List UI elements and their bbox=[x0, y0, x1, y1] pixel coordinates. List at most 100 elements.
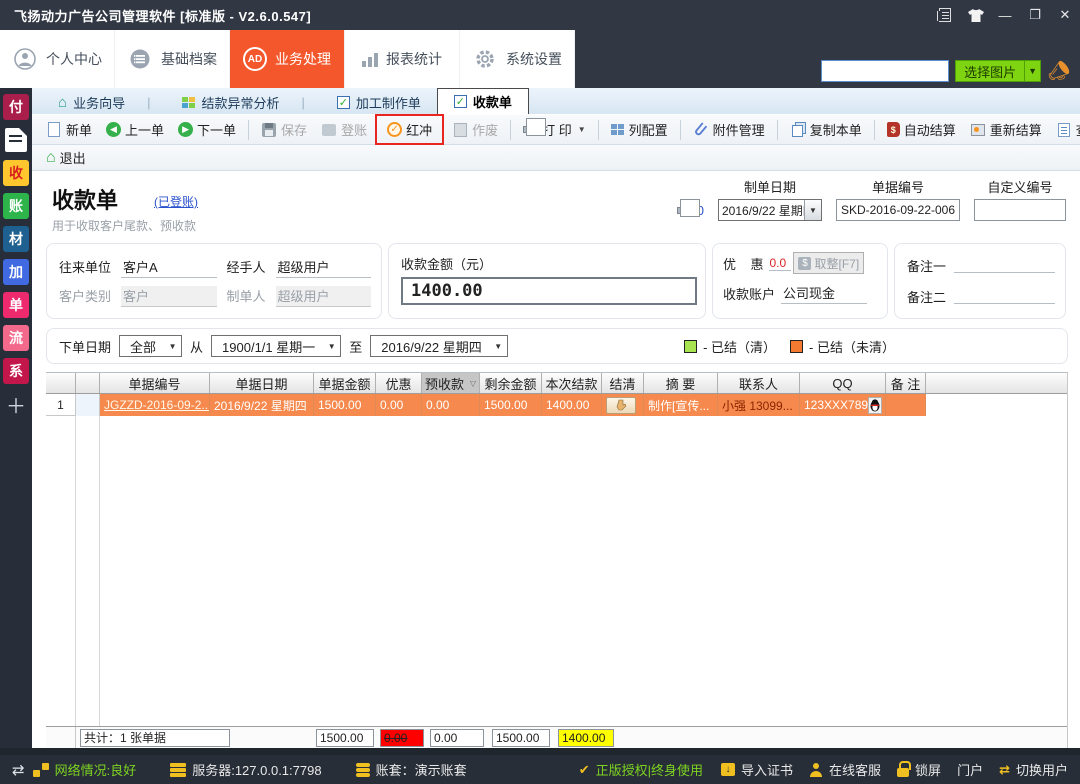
from-date-combo[interactable]: 1900/1/1 星期一▼ bbox=[211, 335, 341, 357]
gear-icon bbox=[472, 46, 498, 72]
page-title: 收款单 bbox=[52, 183, 118, 215]
cell-doc-no-link[interactable]: JGZZD-2016-09-2... bbox=[100, 394, 210, 416]
amount-input[interactable]: 1400.00 bbox=[401, 277, 697, 305]
nav-business-processing[interactable]: AD 业务处理 bbox=[230, 30, 345, 88]
posted-status-link[interactable]: (已登账) bbox=[154, 193, 198, 210]
settle-hand-button[interactable] bbox=[606, 397, 636, 414]
grid-empty-area[interactable] bbox=[46, 416, 1067, 726]
col-summary[interactable]: 摘 要 bbox=[644, 373, 718, 393]
view-settle-detail-button[interactable]: 查看结算明细 bbox=[1050, 117, 1080, 142]
portal-button[interactable]: 门户 bbox=[957, 760, 983, 779]
note2-input[interactable] bbox=[954, 290, 1055, 304]
qq-chat-button[interactable] bbox=[868, 397, 882, 414]
ad-circle-icon: AD bbox=[243, 47, 267, 71]
tab-business-guide[interactable]: ⌂ 业务向导 | bbox=[42, 90, 166, 114]
chevron-down-icon[interactable]: ▼ bbox=[1024, 61, 1040, 81]
sync-arrows-icon[interactable]: ⇄ bbox=[12, 761, 25, 779]
column-config-button[interactable]: 列配置 bbox=[605, 117, 674, 142]
chevron-down-icon[interactable]: ▼ bbox=[323, 336, 340, 356]
sidebar-item-receive[interactable]: 收 bbox=[3, 160, 29, 186]
sidebar-item-system[interactable]: 系 bbox=[3, 358, 29, 384]
col-prepay[interactable]: 预收款▽ bbox=[422, 373, 480, 393]
auto-settle-button[interactable]: $自动结算 bbox=[881, 117, 962, 142]
account-input[interactable]: 公司现金 bbox=[781, 283, 867, 304]
sidebar-item-process[interactable]: 加 bbox=[3, 259, 29, 285]
import-cert-button[interactable]: ↓ 导入证书 bbox=[721, 760, 793, 779]
tab-receipt-order[interactable]: ✓ 收款单 bbox=[437, 88, 529, 114]
customer-type-field: 客户 bbox=[121, 286, 216, 307]
exit-button[interactable]: ⌂退出 bbox=[40, 145, 92, 170]
col-qq[interactable]: QQ bbox=[800, 373, 886, 393]
recalc-settle-button[interactable]: 重新结算 bbox=[964, 117, 1048, 142]
to-date-combo[interactable]: 2016/9/22 星期四▼ bbox=[370, 335, 507, 357]
void-button[interactable]: 作废 bbox=[446, 117, 504, 142]
minimize-button[interactable]: — bbox=[990, 3, 1020, 27]
col-note[interactable]: 备 注 bbox=[886, 373, 926, 393]
red-reverse-button[interactable]: ✓红冲 bbox=[381, 117, 438, 142]
tab-process-order[interactable]: ✓ 加工制作单 bbox=[321, 90, 437, 114]
nav-label: 基础档案 bbox=[161, 49, 217, 69]
save-button[interactable]: 保存 bbox=[255, 117, 313, 142]
tab-settle-analysis[interactable]: 结款异常分析 | bbox=[166, 90, 320, 114]
to-label: 至 bbox=[349, 337, 362, 356]
next-order-button[interactable]: ▶下一单 bbox=[172, 117, 242, 142]
table-row[interactable]: 1 JGZZD-2016-09-2... 2016/9/22 星期四 1500.… bbox=[46, 394, 1067, 416]
copy-order-button[interactable]: 复制本单 bbox=[784, 117, 868, 142]
col-date[interactable]: 单据日期 bbox=[210, 373, 314, 393]
nav-report-statistics[interactable]: 报表统计 bbox=[345, 30, 460, 88]
partner-input[interactable]: 客户A bbox=[121, 257, 216, 278]
custom-no-input[interactable] bbox=[974, 199, 1066, 221]
round-button[interactable]: $取整[F7] bbox=[793, 252, 864, 274]
sidebar-add-button[interactable]: ＋ bbox=[3, 391, 29, 417]
col-amount[interactable]: 单据金额 bbox=[314, 373, 376, 393]
skin-button[interactable] bbox=[960, 3, 990, 27]
prev-order-button[interactable]: ◀上一单 bbox=[100, 117, 170, 142]
notes-panel: 备注一 备注二 bbox=[894, 243, 1066, 319]
account-set: 账套：演示账套 bbox=[356, 760, 467, 779]
col-remain[interactable]: 剩余金额 bbox=[480, 373, 542, 393]
note2-label: 备注二 bbox=[907, 287, 946, 306]
col-this-settle[interactable]: 本次结款 bbox=[542, 373, 602, 393]
new-order-button[interactable]: 新单 bbox=[40, 117, 98, 142]
col-doc-no[interactable]: 单据编号 bbox=[100, 373, 210, 393]
online-service-button[interactable]: 在线客服 bbox=[809, 760, 881, 779]
row-number: 1 bbox=[46, 394, 76, 416]
partner-panel: 往来单位 客户A 经手人 超级用户 客户类别 客户 制单人 超级用户 bbox=[46, 243, 382, 319]
discount-input[interactable]: 0.0 bbox=[769, 256, 791, 271]
toolbar: 新单 ◀上一单 ▶下一单 保存 登账 ✓红冲 作废 打 印▼ 列配置 附件管理 bbox=[32, 114, 1080, 145]
chevron-down-icon[interactable]: ▼ bbox=[578, 125, 586, 134]
attachment-button[interactable]: 附件管理 bbox=[687, 117, 771, 142]
col-discount[interactable]: 优惠 bbox=[376, 373, 422, 393]
sidebar-item-material[interactable]: 材 bbox=[3, 226, 29, 252]
choose-image-button[interactable]: 选择图片 ▼ bbox=[955, 60, 1041, 82]
sidebar-item-document[interactable] bbox=[3, 127, 29, 153]
col-contact[interactable]: 联系人 bbox=[718, 373, 800, 393]
person-icon bbox=[12, 46, 38, 72]
clipboard-button[interactable] bbox=[930, 3, 960, 27]
chevron-down-icon[interactable]: ▼ bbox=[490, 336, 507, 356]
close-button[interactable]: ✕ bbox=[1050, 3, 1080, 27]
maximize-button[interactable]: ❐ bbox=[1020, 3, 1050, 27]
chevron-down-icon[interactable]: ▼ bbox=[164, 336, 181, 356]
sidebar-item-pay[interactable]: 付 bbox=[3, 94, 29, 120]
server-icon bbox=[170, 763, 186, 777]
chevron-down-icon[interactable]: ▼ bbox=[804, 200, 821, 220]
note1-input[interactable] bbox=[954, 259, 1055, 273]
post-account-button[interactable]: 登账 bbox=[315, 117, 373, 142]
sidebar-item-flow[interactable]: 流 bbox=[3, 325, 29, 351]
image-path-input[interactable] bbox=[821, 60, 949, 82]
sidebar-item-order[interactable]: 单 bbox=[3, 292, 29, 318]
cell-amount: 1500.00 bbox=[314, 394, 376, 416]
nav-personal-center[interactable]: 个人中心 bbox=[0, 30, 115, 88]
col-settled[interactable]: 结清 bbox=[602, 373, 644, 393]
nav-base-archives[interactable]: 基础档案 bbox=[115, 30, 230, 88]
switch-user-button[interactable]: ⇄ 切换用户 bbox=[999, 760, 1068, 779]
make-date-combo[interactable]: 2016/9/22 星期四 上 ▼ bbox=[718, 199, 822, 221]
handler-input[interactable]: 超级用户 bbox=[276, 257, 371, 278]
lock-screen-button[interactable]: 锁屏 bbox=[897, 760, 941, 779]
print-button[interactable]: 打 印▼ bbox=[517, 117, 592, 142]
horn-icon[interactable]: 📣︎ bbox=[1045, 58, 1073, 84]
sidebar-item-account[interactable]: 账 bbox=[3, 193, 29, 219]
date-range-combo[interactable]: 全部▼ bbox=[119, 335, 182, 357]
nav-system-settings[interactable]: 系统设置 bbox=[460, 30, 575, 88]
